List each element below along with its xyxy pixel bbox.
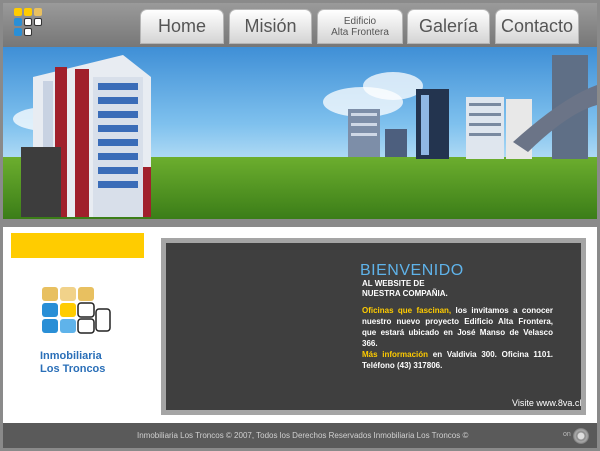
on-label: on (563, 431, 571, 438)
skyline-illustration (21, 55, 597, 217)
visit-link[interactable]: Visite www.8va.cl (512, 398, 581, 408)
highlight-oficinas: Oficinas que fascinan, (362, 306, 452, 315)
power-icon[interactable] (573, 428, 589, 444)
company-name-line1: Inmobiliaria (40, 350, 102, 362)
hero-banner (3, 47, 597, 219)
highlight-mas-info: Más información (362, 350, 429, 359)
tab-mision-label: Misión (244, 16, 297, 36)
company-name: Inmobiliaria Los Troncos (40, 350, 105, 376)
company-logo-icon (42, 287, 111, 334)
welcome-intro: AL WEBSITE DE NUESTRA COMPAÑIA. (362, 279, 448, 298)
tab-home[interactable]: Home (140, 9, 224, 44)
welcome-paragraph: Oficinas que fascinan, los invitamos a c… (362, 305, 553, 371)
tab-galeria-label: Galería (418, 16, 479, 36)
tab-home-label: Home (157, 16, 206, 36)
tab-edificio-line1: Edificio (343, 15, 377, 27)
tab-contacto[interactable]: Contacto (495, 9, 579, 44)
separator-band (3, 219, 597, 227)
yellow-accent-bar (11, 233, 144, 258)
company-name-line2: Los Troncos (40, 363, 106, 375)
tab-contacto-label: Contacto (500, 16, 574, 36)
tab-mision[interactable]: Misión (229, 9, 312, 44)
tab-edificio-line2: Alta Frontera (331, 26, 389, 38)
tab-galeria[interactable]: Galería (407, 9, 490, 44)
welcome-heading: BIENVENIDO (360, 262, 464, 279)
footer-copyright: Inmobiliaria Los Troncos © 2007, Todos l… (137, 431, 469, 440)
tab-edificio[interactable]: Edificio Alta Frontera (317, 9, 403, 44)
small-logo-icon[interactable] (12, 6, 46, 44)
